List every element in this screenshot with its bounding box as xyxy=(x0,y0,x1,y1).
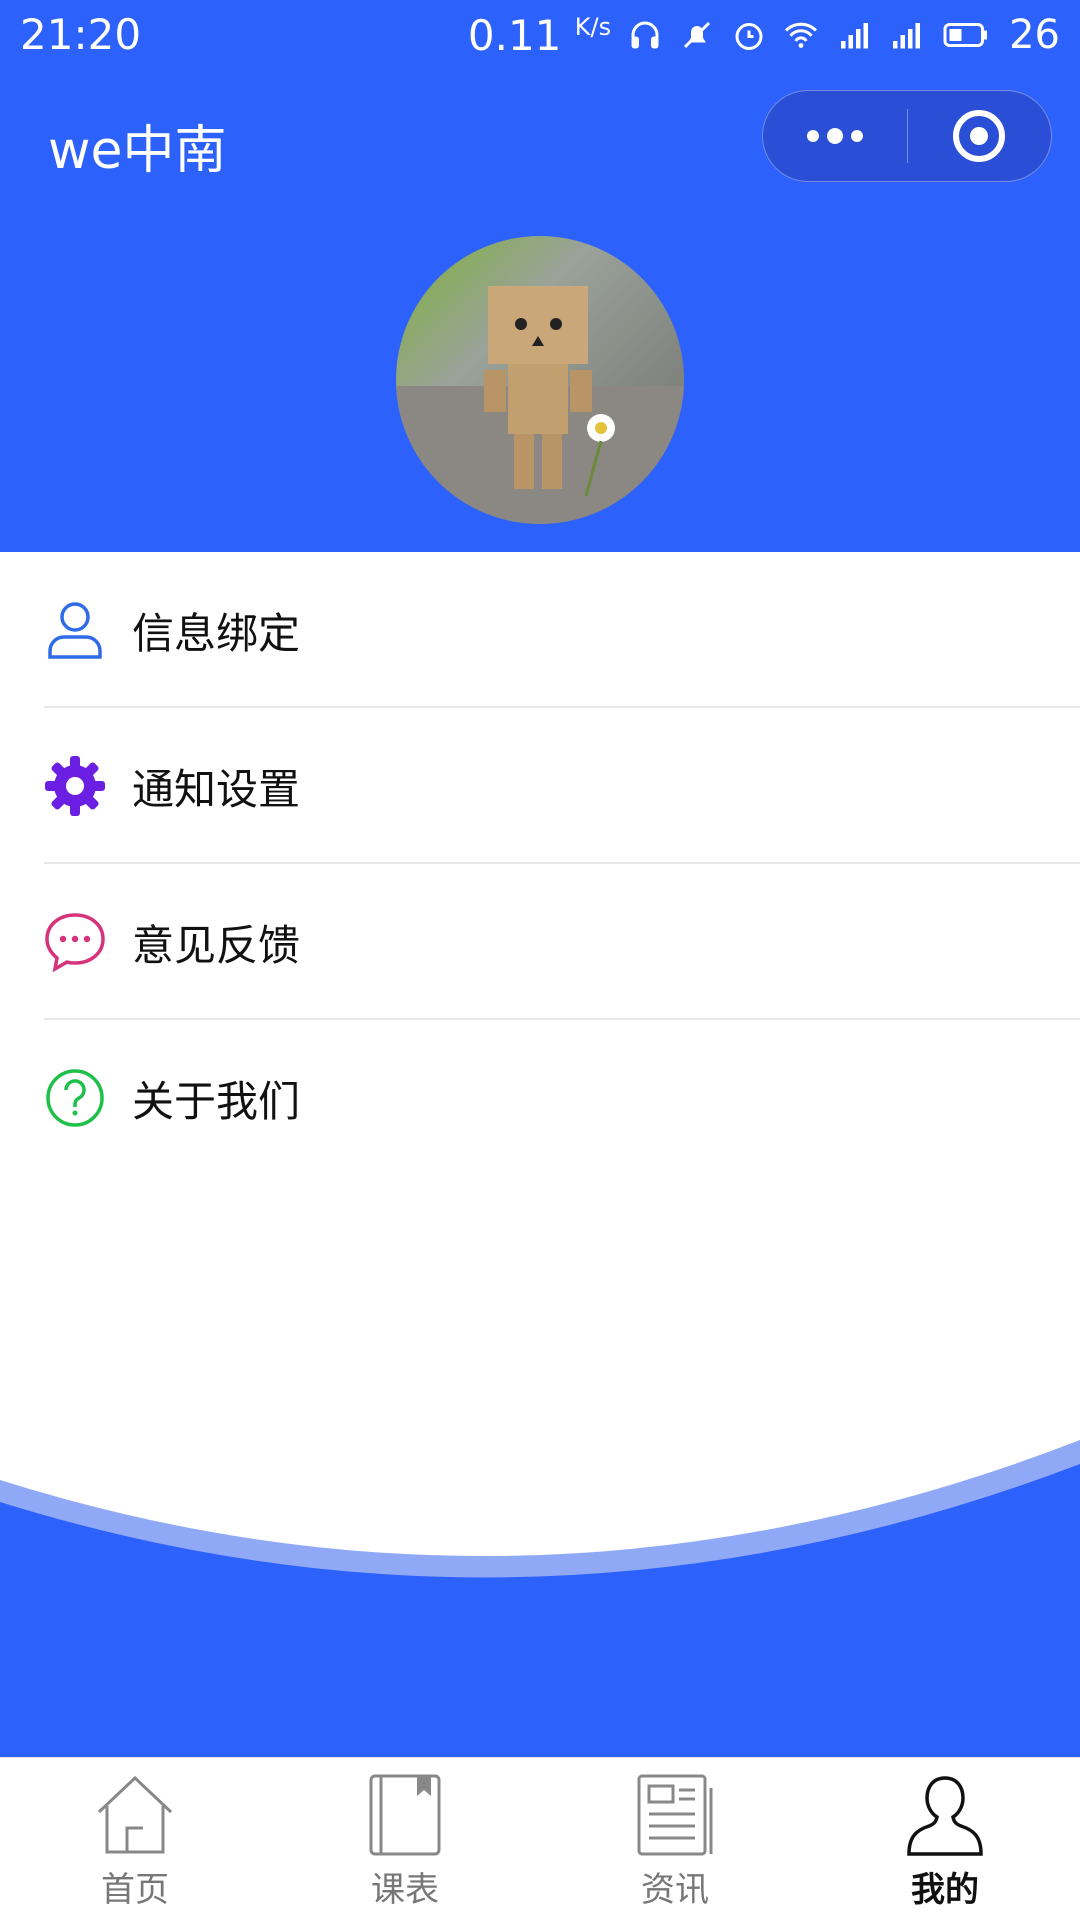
news-icon xyxy=(637,1774,713,1856)
battery-level: 26 xyxy=(1009,12,1060,58)
menu-item-notification-settings[interactable]: 通知设置 xyxy=(0,708,1080,864)
tab-label: 资讯 xyxy=(641,1870,709,1910)
tab-schedule[interactable]: 课表 xyxy=(270,1758,540,1921)
tab-home[interactable]: 首页 xyxy=(0,1758,270,1921)
mute-bell-icon xyxy=(684,21,711,49)
network-speed-value: 0.11 xyxy=(467,10,562,60)
menu-list: 信息绑定 通知设置 意见反馈 关于我们 xyxy=(0,552,1080,1176)
close-button[interactable] xyxy=(908,91,1052,181)
status-right: 0.11 K/s 26 xyxy=(468,10,1060,60)
target-circle-icon xyxy=(953,110,1006,162)
headphones-icon xyxy=(631,21,659,49)
help-circle-icon xyxy=(46,1069,104,1127)
user-icon xyxy=(48,602,102,659)
alarm-icon xyxy=(735,23,763,50)
person-icon xyxy=(907,1776,983,1856)
menu-item-label: 信息绑定 xyxy=(132,608,301,658)
miniprogram-capsule xyxy=(762,90,1052,182)
tab-mine[interactable]: 我的 xyxy=(810,1758,1080,1921)
menu-item-about-us[interactable]: 关于我们 xyxy=(0,1020,1080,1176)
signal-4g-icon xyxy=(841,23,869,49)
decorative-wave xyxy=(0,1440,1080,1760)
book-icon xyxy=(369,1774,441,1856)
gear-icon xyxy=(45,756,105,816)
tab-bar: 首页 课表 资讯 我的 xyxy=(0,1757,1080,1921)
status-time: 21:20 xyxy=(20,10,142,59)
chat-bubble-icon xyxy=(45,913,105,973)
home-icon xyxy=(97,1775,173,1854)
menu-item-info-binding[interactable]: 信息绑定 xyxy=(0,552,1080,708)
status-bar: 21:20 0.11 K/s 26 xyxy=(0,0,1080,72)
signal-icon xyxy=(893,23,921,49)
menu-item-label: 通知设置 xyxy=(132,764,301,814)
tab-label: 首页 xyxy=(101,1870,169,1910)
more-dots-icon xyxy=(806,128,863,144)
menu-item-feedback[interactable]: 意见反馈 xyxy=(0,864,1080,1020)
menu-item-label: 关于我们 xyxy=(132,1076,301,1126)
nav-bar: we中南 xyxy=(0,72,1080,212)
battery-icon xyxy=(943,23,988,47)
page-title: we中南 xyxy=(48,121,227,181)
tab-label: 我的 xyxy=(911,1870,979,1910)
network-speed: 0.11 K/s xyxy=(468,11,611,60)
tab-news[interactable]: 资讯 xyxy=(540,1758,810,1921)
more-button[interactable] xyxy=(763,91,907,181)
network-speed-unit: K/s xyxy=(574,12,612,41)
avatar-image xyxy=(396,236,684,524)
tab-label: 课表 xyxy=(371,1870,439,1910)
avatar[interactable] xyxy=(396,236,684,524)
menu-item-label: 意见反馈 xyxy=(132,920,301,970)
wifi-icon xyxy=(785,22,818,48)
